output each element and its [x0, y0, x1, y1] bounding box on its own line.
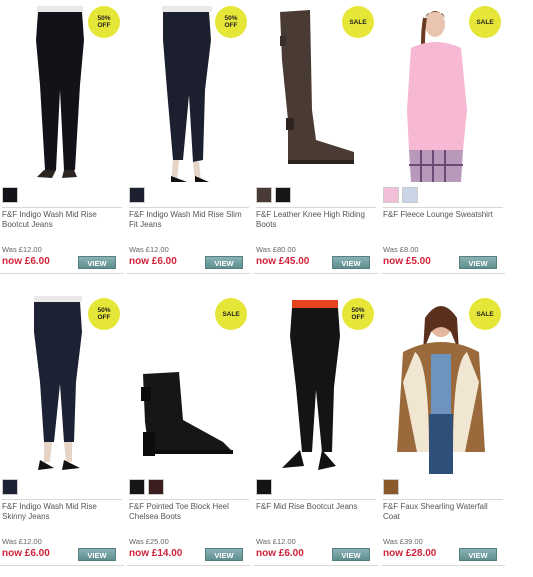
now-price: now £6.00: [129, 256, 177, 267]
color-swatch[interactable]: [129, 479, 145, 495]
divider: [381, 273, 505, 274]
was-price: Was £12.00: [2, 245, 42, 254]
was-price: Was £12.00: [2, 537, 42, 546]
color-swatches: [2, 187, 18, 203]
divider: [127, 273, 251, 274]
discount-badge: 50% OFF: [342, 298, 374, 330]
color-swatches: [383, 479, 399, 495]
color-swatches: [2, 479, 18, 495]
color-swatch[interactable]: [148, 479, 164, 495]
product-title[interactable]: F&F Faux Shearling Waterfall Coat: [383, 499, 503, 522]
view-button[interactable]: VIEW: [205, 548, 243, 561]
now-price: now £6.00: [2, 256, 50, 267]
sale-badge: SALE: [342, 6, 374, 38]
view-button[interactable]: VIEW: [459, 548, 497, 561]
product-grid: 50% OFF F&F Indigo Wash Mid Rise Bootcut…: [0, 0, 533, 577]
color-swatch[interactable]: [383, 187, 399, 203]
view-button[interactable]: VIEW: [459, 256, 497, 269]
sale-badge: SALE: [215, 298, 247, 330]
color-swatch[interactable]: [256, 479, 272, 495]
product-card[interactable]: 50% OFF F&F Indigo Wash Mid Rise Skinny …: [0, 292, 124, 577]
view-button[interactable]: VIEW: [332, 256, 370, 269]
was-price: Was £80.00: [256, 245, 296, 254]
product-title[interactable]: F&F Fleece Lounge Sweatshirt: [383, 207, 503, 220]
product-title[interactable]: F&F Leather Knee High Riding Boots: [256, 207, 376, 230]
product-image-jeans[interactable]: 50% OFF: [0, 292, 120, 474]
divider: [0, 565, 124, 566]
was-price: Was £25.00: [129, 537, 169, 546]
product-card[interactable]: SALE F&F Leather Knee High Riding Boots …: [254, 0, 378, 285]
product-title[interactable]: F&F Indigo Wash Mid Rise Skinny Jeans: [2, 499, 122, 522]
color-swatch[interactable]: [129, 187, 145, 203]
product-image-boot[interactable]: SALE: [254, 0, 374, 182]
product-card[interactable]: SALE F&F Faux Shearling Waterfall Coat W…: [381, 292, 505, 577]
was-price: Was £12.00: [256, 537, 296, 546]
color-swatches: [256, 479, 272, 495]
product-card[interactable]: 50% OFF F&F Indigo Wash Mid Rise Bootcut…: [0, 0, 124, 285]
divider: [0, 273, 124, 274]
divider: [254, 273, 378, 274]
product-image-jeans[interactable]: 50% OFF: [127, 0, 247, 182]
color-swatches: [129, 187, 145, 203]
product-title[interactable]: F&F Pointed Toe Block Heel Chelsea Boots: [129, 499, 249, 522]
product-card[interactable]: 50% OFF F&F Mid Rise Bootcut Jeans Was £…: [254, 292, 378, 577]
discount-badge: 50% OFF: [215, 6, 247, 38]
discount-badge: 50% OFF: [88, 298, 120, 330]
was-price: Was £12.00: [129, 245, 169, 254]
product-card[interactable]: SALE F&F Pointed Toe Block Heel Chelsea …: [127, 292, 251, 577]
product-image-coat[interactable]: SALE: [381, 292, 501, 474]
divider: [381, 565, 505, 566]
color-swatch[interactable]: [383, 479, 399, 495]
color-swatch[interactable]: [2, 187, 18, 203]
product-title[interactable]: F&F Indigo Wash Mid Rise Slim Fit Jeans: [129, 207, 249, 230]
product-image-boot[interactable]: SALE: [127, 292, 247, 474]
was-price: Was £39.00: [383, 537, 423, 546]
now-price: now £6.00: [2, 548, 50, 559]
product-image-sweatshirt[interactable]: SALE: [381, 0, 501, 182]
product-card[interactable]: SALE F&F Fleece Lounge Sweatshirt Was £8…: [381, 0, 505, 285]
now-price: now £5.00: [383, 256, 431, 267]
discount-badge: 50% OFF: [88, 6, 120, 38]
view-button[interactable]: VIEW: [205, 256, 243, 269]
now-price: now £28.00: [383, 548, 437, 559]
color-swatch[interactable]: [275, 187, 291, 203]
color-swatch[interactable]: [402, 187, 418, 203]
now-price: now £14.00: [129, 548, 183, 559]
product-image-jeans[interactable]: 50% OFF: [0, 0, 120, 182]
product-title[interactable]: F&F Mid Rise Bootcut Jeans: [256, 499, 376, 512]
color-swatch[interactable]: [2, 479, 18, 495]
sale-badge: SALE: [469, 298, 501, 330]
view-button[interactable]: VIEW: [332, 548, 370, 561]
color-swatches: [129, 479, 164, 495]
product-card[interactable]: 50% OFF F&F Indigo Wash Mid Rise Slim Fi…: [127, 0, 251, 285]
divider: [127, 565, 251, 566]
product-title[interactable]: F&F Indigo Wash Mid Rise Bootcut Jeans: [2, 207, 122, 230]
view-button[interactable]: VIEW: [78, 548, 116, 561]
was-price: Was £8.00: [383, 245, 419, 254]
now-price: now £45.00: [256, 256, 310, 267]
color-swatches: [383, 187, 418, 203]
color-swatches: [256, 187, 291, 203]
color-swatch[interactable]: [256, 187, 272, 203]
view-button[interactable]: VIEW: [78, 256, 116, 269]
sale-badge: SALE: [469, 6, 501, 38]
now-price: now £6.00: [256, 548, 304, 559]
product-image-jeans[interactable]: 50% OFF: [254, 292, 374, 474]
divider: [254, 565, 378, 566]
